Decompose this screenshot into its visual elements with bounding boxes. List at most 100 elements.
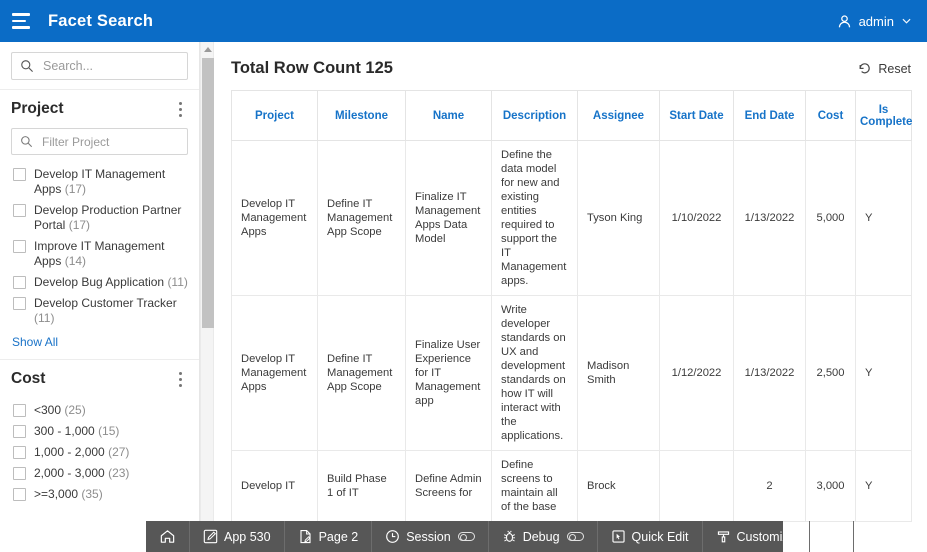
facet-item[interactable]: Develop Customer Tracker (11) bbox=[11, 293, 188, 329]
undo-icon bbox=[857, 61, 872, 76]
devbar-session-button[interactable]: Session bbox=[372, 521, 489, 552]
clock-icon bbox=[385, 529, 400, 544]
facet-item[interactable]: <300 (25) bbox=[11, 400, 188, 421]
home-icon bbox=[159, 528, 176, 545]
column-header-project[interactable]: Project bbox=[231, 90, 318, 141]
session-toggle[interactable] bbox=[457, 532, 475, 542]
facet-project: Project Develop IT Management Apps (17) … bbox=[0, 89, 199, 359]
facet-checkbox[interactable] bbox=[13, 425, 26, 438]
devbar-info-button[interactable] bbox=[810, 521, 854, 552]
report-table-region: Project Milestone Name Description Assig… bbox=[215, 90, 927, 522]
column-header-description[interactable]: Description bbox=[491, 90, 578, 141]
devbar-customize-button[interactable]: Customize bbox=[703, 521, 810, 552]
column-header-cost[interactable]: Cost bbox=[805, 90, 856, 141]
chevron-down-icon bbox=[902, 18, 911, 24]
reset-button[interactable]: Reset bbox=[857, 61, 911, 76]
kebab-menu-icon[interactable] bbox=[172, 100, 188, 118]
table-body: Develop IT Management Apps Define IT Man… bbox=[231, 140, 912, 522]
table-row[interactable]: Develop IT Management Apps Define IT Man… bbox=[231, 140, 912, 296]
info-icon bbox=[823, 528, 840, 545]
cell-project: Develop IT Management Apps bbox=[231, 140, 318, 296]
facet-item[interactable]: >=3,000 (35) bbox=[11, 484, 188, 505]
facet-cost: Cost <300 (25) 300 - 1,000 (15) 1,000 - … bbox=[0, 359, 199, 513]
facet-item[interactable]: 300 - 1,000 (15) bbox=[11, 421, 188, 442]
column-header-assignee[interactable]: Assignee bbox=[577, 90, 660, 141]
hamburger-icon[interactable] bbox=[0, 0, 40, 42]
debug-toggle[interactable] bbox=[566, 532, 584, 542]
bug-icon bbox=[502, 529, 517, 544]
cell-cost: 2,500 bbox=[805, 295, 856, 451]
cell-end-date: 1/13/2022 bbox=[733, 295, 806, 451]
facet-checkbox[interactable] bbox=[13, 240, 26, 253]
facet-item-label: Develop IT Management Apps bbox=[34, 167, 166, 196]
scroll-up-icon[interactable] bbox=[201, 42, 214, 56]
cell-description: Write developer standards on UX and deve… bbox=[491, 295, 578, 451]
facet-project-filter-input[interactable] bbox=[40, 133, 170, 150]
cell-name: Define Admin Screens for bbox=[405, 450, 492, 522]
cell-project: Develop IT Management Apps bbox=[231, 295, 318, 451]
search-box[interactable] bbox=[11, 52, 188, 80]
cell-start-date bbox=[659, 450, 734, 522]
facet-cost-list: <300 (25) 300 - 1,000 (15) 1,000 - 2,000… bbox=[11, 400, 188, 505]
facet-checkbox[interactable] bbox=[13, 488, 26, 501]
search-icon bbox=[20, 135, 33, 148]
scrollbar-thumb[interactable] bbox=[202, 58, 214, 328]
facet-item[interactable]: Develop Production Partner Portal (17) bbox=[11, 200, 188, 236]
facet-checkbox[interactable] bbox=[13, 467, 26, 480]
facet-item-label: 2,000 - 3,000 bbox=[34, 466, 105, 480]
facet-checkbox[interactable] bbox=[13, 404, 26, 417]
user-icon bbox=[837, 14, 852, 29]
column-header-name[interactable]: Name bbox=[405, 90, 492, 141]
cell-milestone: Define IT Management App Scope bbox=[317, 295, 406, 451]
cell-name: Finalize IT Management Apps Data Model bbox=[405, 140, 492, 296]
page-icon bbox=[298, 529, 313, 544]
devbar-debug-label: Debug bbox=[522, 529, 560, 544]
devbar-session-label: Session bbox=[406, 529, 451, 544]
user-menu[interactable]: admin bbox=[827, 0, 927, 42]
column-header-end-date[interactable]: End Date bbox=[733, 90, 806, 141]
search-input[interactable] bbox=[41, 58, 171, 74]
facet-item-count: (25) bbox=[64, 403, 86, 417]
devbar-quick-edit-label: Quick Edit bbox=[631, 529, 689, 544]
facet-item-count: (17) bbox=[64, 182, 87, 196]
facet-item[interactable]: Develop IT Management Apps (17) bbox=[11, 164, 188, 200]
cell-name: Finalize User Experience for IT Manageme… bbox=[405, 295, 492, 451]
column-header-start-date[interactable]: Start Date bbox=[659, 90, 734, 141]
show-all-link[interactable]: Show All bbox=[12, 335, 58, 349]
table-row[interactable]: Develop IT Management Apps Define IT Man… bbox=[231, 295, 912, 451]
quick-edit-icon bbox=[611, 529, 626, 544]
kebab-menu-icon[interactable] bbox=[172, 370, 188, 388]
table-header: Project Milestone Name Description Assig… bbox=[231, 90, 912, 141]
facet-item-label: <300 bbox=[34, 403, 62, 417]
cell-is-complete: Y bbox=[855, 450, 912, 522]
facet-checkbox[interactable] bbox=[13, 204, 26, 217]
cell-start-date: 1/10/2022 bbox=[659, 140, 734, 296]
facet-checkbox[interactable] bbox=[13, 276, 26, 289]
facet-checkbox[interactable] bbox=[13, 446, 26, 459]
table-row[interactable]: Develop IT Build Phase 1 of IT Define Ad… bbox=[231, 450, 912, 522]
devbar-debug-button[interactable]: Debug bbox=[489, 521, 598, 552]
facet-item[interactable]: 2,000 - 3,000 (23) bbox=[11, 463, 188, 484]
facet-checkbox[interactable] bbox=[13, 297, 26, 310]
column-header-milestone[interactable]: Milestone bbox=[317, 90, 406, 141]
page-title: Total Row Count 125 bbox=[231, 59, 393, 77]
devbar-settings-button[interactable] bbox=[854, 521, 897, 552]
facet-project-list: Develop IT Management Apps (17) Develop … bbox=[11, 164, 188, 329]
cell-project: Develop IT bbox=[231, 450, 318, 522]
facet-item[interactable]: Improve IT Management Apps (14) bbox=[11, 236, 188, 272]
facet-checkbox[interactable] bbox=[13, 168, 26, 181]
sidebar-scrollbar[interactable] bbox=[200, 42, 214, 552]
devbar-page-button[interactable]: Page 2 bbox=[285, 521, 373, 552]
facet-item[interactable]: Develop Bug Application (11) bbox=[11, 272, 188, 293]
facet-project-filter[interactable] bbox=[11, 128, 188, 155]
column-header-is-complete[interactable]: Is Complete bbox=[855, 90, 912, 141]
facet-item[interactable]: 1,000 - 2,000 (27) bbox=[11, 442, 188, 463]
devbar-home-button[interactable] bbox=[146, 521, 190, 552]
cell-assignee: Madison Smith bbox=[577, 295, 660, 451]
devbar-quick-edit-button[interactable]: Quick Edit bbox=[598, 521, 703, 552]
facet-item-count: (11) bbox=[167, 275, 188, 289]
facet-item-count: (17) bbox=[68, 218, 91, 232]
developer-toolbar: App 530 Page 2 Session Debug Quick Edit … bbox=[146, 521, 883, 552]
devbar-app-button[interactable]: App 530 bbox=[190, 521, 285, 552]
facet-item-count: (11) bbox=[34, 311, 55, 325]
